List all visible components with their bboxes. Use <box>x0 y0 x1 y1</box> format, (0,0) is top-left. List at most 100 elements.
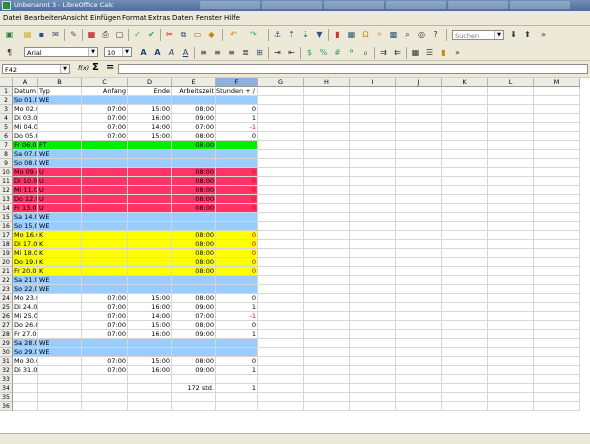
cell-a[interactable]: Do 19.01.12 <box>13 258 38 267</box>
cell-empty[interactable] <box>488 276 534 285</box>
menu-hilfe[interactable]: Hilfe <box>224 14 240 22</box>
function-wizard-icon[interactable]: f(x) <box>78 64 89 72</box>
cell-b[interactable] <box>38 357 82 366</box>
cell-empty[interactable] <box>488 321 534 330</box>
cell-f[interactable]: 1 <box>216 384 258 393</box>
font-name-combo[interactable]: Arial ▼ <box>24 47 98 57</box>
chevron-down-icon[interactable]: ▼ <box>60 65 69 73</box>
cell-d[interactable]: Ende <box>128 87 172 96</box>
cell-empty[interactable] <box>350 195 396 204</box>
cell-empty[interactable] <box>350 321 396 330</box>
row-header[interactable]: 22 <box>0 276 13 285</box>
cell-b[interactable]: WE <box>38 285 82 294</box>
cell-a[interactable] <box>13 393 38 402</box>
cell-f[interactable] <box>216 393 258 402</box>
chevron-down-icon[interactable]: ▼ <box>494 31 503 39</box>
cell-f[interactable]: 0 <box>216 195 258 204</box>
row-header[interactable]: 27 <box>0 321 13 330</box>
find-replace-icon[interactable]: ⌕ <box>402 29 413 40</box>
cell-empty[interactable] <box>534 177 580 186</box>
cell-d[interactable] <box>128 285 172 294</box>
cell-c[interactable] <box>82 213 128 222</box>
cell-f[interactable]: 0 <box>216 294 258 303</box>
cell-empty[interactable] <box>396 285 442 294</box>
cell-empty[interactable] <box>488 141 534 150</box>
cell-e[interactable]: Arbeitszeit <box>172 87 216 96</box>
cell-f[interactable]: 0 <box>216 240 258 249</box>
cell-b[interactable]: WE <box>38 276 82 285</box>
cell-d[interactable] <box>128 375 172 384</box>
cell-empty[interactable] <box>488 204 534 213</box>
cell-a[interactable]: Do 12.01.12 <box>13 195 38 204</box>
cell-empty[interactable] <box>396 303 442 312</box>
cell-empty[interactable] <box>396 240 442 249</box>
cell-empty[interactable] <box>534 123 580 132</box>
cell-empty[interactable] <box>396 204 442 213</box>
cell-f[interactable]: -1 <box>216 312 258 321</box>
cell-empty[interactable] <box>442 357 488 366</box>
cell-a[interactable]: Di 31.01.12 <box>13 366 38 375</box>
cell-empty[interactable] <box>350 276 396 285</box>
cell-empty[interactable] <box>396 267 442 276</box>
menu-datei[interactable]: Datei <box>3 14 22 22</box>
cell-c[interactable] <box>82 222 128 231</box>
cell-empty[interactable] <box>350 141 396 150</box>
cell-empty[interactable] <box>350 168 396 177</box>
print-icon[interactable]: ⎙ <box>100 29 111 40</box>
cell-empty[interactable] <box>488 195 534 204</box>
cell-a[interactable]: So 01.01.12 <box>13 96 38 105</box>
cell-empty[interactable] <box>442 240 488 249</box>
cell-d[interactable]: 15:00 <box>128 105 172 114</box>
find-next-icon[interactable]: ⬇ <box>508 29 519 40</box>
cell-empty[interactable] <box>488 384 534 393</box>
increase-indent-icon[interactable]: ⇉ <box>378 47 389 58</box>
cell-empty[interactable] <box>258 339 304 348</box>
cell-c[interactable] <box>82 402 128 411</box>
cell-empty[interactable] <box>350 186 396 195</box>
cell-empty[interactable] <box>534 186 580 195</box>
cell-empty[interactable] <box>442 312 488 321</box>
cell-b[interactable] <box>38 312 82 321</box>
toolbar-options-icon[interactable]: » <box>538 29 549 40</box>
cut-icon[interactable]: ✂ <box>164 29 175 40</box>
cell-empty[interactable] <box>396 132 442 141</box>
cell-f[interactable]: 1 <box>216 114 258 123</box>
cell-e[interactable]: 08:00 <box>172 258 216 267</box>
row-header[interactable]: 6 <box>0 132 13 141</box>
cell-empty[interactable] <box>258 132 304 141</box>
cell-b[interactable] <box>38 132 82 141</box>
cell-empty[interactable] <box>258 366 304 375</box>
cell-empty[interactable] <box>534 339 580 348</box>
cell-c[interactable] <box>82 159 128 168</box>
cell-empty[interactable] <box>258 168 304 177</box>
menu-format[interactable]: Format <box>122 14 147 22</box>
cell-f[interactable] <box>216 285 258 294</box>
cell-b[interactable] <box>38 375 82 384</box>
cell-empty[interactable] <box>534 366 580 375</box>
cell-empty[interactable] <box>534 105 580 114</box>
cell-empty[interactable] <box>350 222 396 231</box>
cell-e[interactable]: 09:00 <box>172 366 216 375</box>
column-header-k[interactable]: K <box>442 78 488 87</box>
select-all-corner[interactable] <box>0 78 13 87</box>
chevron-down-icon[interactable]: ▼ <box>122 48 131 56</box>
cell-empty[interactable] <box>396 141 442 150</box>
cell-empty[interactable] <box>304 195 350 204</box>
cell-d[interactable] <box>128 267 172 276</box>
formula-icon[interactable]: = <box>106 62 114 73</box>
cell-d[interactable] <box>128 222 172 231</box>
cell-a[interactable]: Di 17.01.12 <box>13 240 38 249</box>
cell-empty[interactable] <box>396 366 442 375</box>
new-document-icon[interactable]: ▣ <box>4 29 15 40</box>
cell-d[interactable] <box>128 393 172 402</box>
cell-a[interactable]: Mi 25.01.12 <box>13 312 38 321</box>
cell-empty[interactable] <box>488 285 534 294</box>
cell-e[interactable]: 08:00 <box>172 186 216 195</box>
cell-empty[interactable] <box>442 393 488 402</box>
cell-empty[interactable] <box>442 150 488 159</box>
underline-icon[interactable]: A <box>180 47 191 58</box>
cell-empty[interactable] <box>396 312 442 321</box>
cell-empty[interactable] <box>350 348 396 357</box>
cell-empty[interactable] <box>396 150 442 159</box>
cell-b[interactable]: WE <box>38 222 82 231</box>
